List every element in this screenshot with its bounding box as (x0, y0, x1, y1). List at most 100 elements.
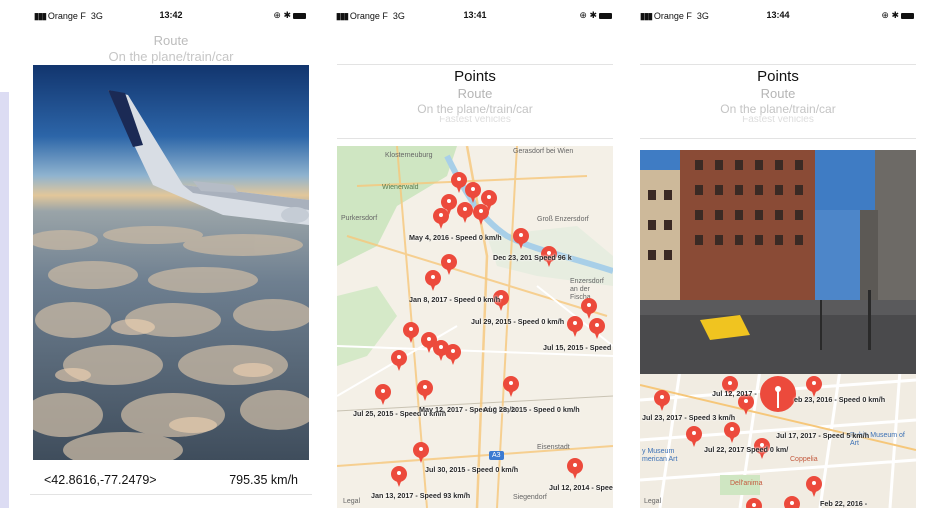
map-pin-icon[interactable] (391, 350, 407, 371)
menu-item-on-vehicle[interactable]: On the plane/train/car (332, 102, 618, 116)
map-pin-icon[interactable] (806, 476, 822, 497)
map-pin-icon[interactable] (445, 344, 461, 365)
map-pin-label: Aug 28, 2015 - Speed 0 km/h (483, 405, 580, 414)
side-accent-strip (0, 92, 9, 508)
phone-screen-nyc-photo-map: ▮▮▮ Orange F 3G 13:44 ⊕ ✱ Points Route On… (636, 0, 920, 508)
phone-screen-vienna-map: ▮▮▮ Orange F 3G 13:41 ⊕ ✱ Points Route On… (332, 0, 618, 508)
status-bar: ▮▮▮ Orange F 3G 13:42 ⊕ ✱ (30, 10, 312, 24)
picker-menu[interactable]: Points Route On the plane/train/car Fast… (636, 68, 920, 123)
map-pin-label: Jul 17, 2017 - Speed 5 km/h (776, 431, 870, 440)
map-town-label: Gerasdorf bei Wien (513, 148, 574, 155)
menu-item-points[interactable]: Points (636, 68, 920, 86)
map-pin-label: Jan 13, 2017 - Speed 93 km/h (371, 491, 471, 500)
map-pin-icon[interactable] (567, 316, 583, 337)
map-pin-icon[interactable] (589, 318, 605, 339)
map-pin-icon[interactable] (746, 498, 762, 508)
battery-icon (599, 12, 612, 19)
map-place-label: y Museum merican Art (642, 448, 678, 463)
divider (640, 138, 916, 139)
map-legal-link[interactable]: Legal (644, 498, 661, 505)
menu-item-fastest-vehicles[interactable]: Fastest vehicles (636, 116, 920, 123)
map-pin-icon[interactable] (465, 182, 481, 203)
map-pin-icon[interactable] (425, 270, 441, 291)
map-pin-label: Jul 29, 2015 - Speed 0 km/h (471, 317, 565, 326)
map-pin-icon[interactable] (784, 496, 800, 508)
clock: 13:42 (159, 10, 183, 20)
status-bar: ▮▮▮ Orange F 3G 13:41 ⊕ ✱ (332, 10, 618, 24)
map-pin-label: May 4, 2016 - Speed 0 km/h (409, 233, 502, 242)
divider (337, 64, 613, 65)
map-pin-icon[interactable] (481, 190, 497, 211)
menu-item-route[interactable]: Route (30, 33, 312, 49)
menu-item-route[interactable]: Route (636, 86, 920, 102)
phone-screen-photo-route: ▮▮▮ Orange F 3G 13:42 ⊕ ✱ Route On the pl… (30, 0, 312, 508)
speed-text: 795.35 km/h (229, 473, 298, 487)
map-pin-label: Jul 22, 2017 Speed 0 km/ (704, 445, 789, 454)
map-pin-label: Jul 12, 2014 - Speed 0 km/h (549, 483, 613, 492)
map-pin-icon[interactable] (686, 426, 702, 447)
map-pin-label: Jul 15, 2015 - Speed 293 km/h (543, 343, 613, 352)
battery-icon (293, 12, 306, 19)
map-view-vienna[interactable]: Klosterneuburg Gerasdorf bei Wien Purker… (337, 146, 613, 508)
map-pin-icon[interactable] (433, 208, 449, 229)
map-town-label: Klosterneuburg (385, 152, 433, 159)
menu-item-route[interactable]: Route (332, 86, 618, 102)
coordinates-text: <42.8616,-77.2479> (44, 473, 157, 487)
map-pin-label: eb 23, 2016 - Speed 0 km/h (794, 395, 886, 404)
menu-item-fastest-vehicles[interactable]: Fastest vehicles (332, 116, 618, 123)
map-pin-label: Jul 30, 2015 - Speed 0 km/h (425, 465, 519, 474)
divider (337, 138, 613, 139)
map-town-label: Siegendorf (513, 494, 547, 501)
map-town-label: Eisenstadt (537, 444, 570, 451)
map-pin-icon[interactable] (403, 322, 419, 343)
photo-nyc-street[interactable] (640, 150, 916, 374)
map-pin-label: Dec 23, 201 Speed 96 k (493, 253, 572, 262)
divider (640, 64, 916, 65)
map-pin-icon[interactable] (503, 376, 519, 397)
map-place-label: Dell'anima (730, 480, 763, 487)
map-pin-icon[interactable] (567, 458, 583, 479)
map-town-label: Wienerwald (382, 184, 419, 191)
menu-item-on-vehicle[interactable]: On the plane/train/car (636, 102, 920, 116)
map-pin-icon[interactable] (513, 228, 529, 249)
map-pin-label: Jul 12, 2017 - (712, 389, 757, 398)
map-pin-icon[interactable] (413, 442, 429, 463)
picker-menu[interactable]: Route On the plane/train/car (30, 33, 312, 65)
map-pin-icon[interactable] (441, 254, 457, 275)
clock: 13:41 (463, 10, 487, 20)
menu-item-points[interactable]: Points (332, 68, 618, 86)
selected-map-pin-icon[interactable] (760, 376, 796, 412)
clock: 13:44 (766, 10, 790, 20)
map-pin-label: Feb 22, 2016 - (820, 499, 868, 508)
map-pin-label: Jul 23, 2017 - Speed 3 km/h (642, 413, 736, 422)
map-town-label: Groß Enzersdorf (537, 216, 589, 223)
photo-airplane-window[interactable] (33, 65, 309, 460)
map-pin-icon[interactable] (391, 466, 407, 487)
map-pin-icon[interactable] (375, 384, 391, 405)
map-pin-icon[interactable] (581, 298, 597, 319)
airplane-wing-photo (33, 65, 309, 460)
map-place-label: Coppelia (790, 456, 818, 463)
map-pin-icon[interactable] (724, 422, 740, 443)
battery-icon (901, 12, 914, 19)
map-legal-link[interactable]: Legal (343, 498, 360, 505)
nyc-street-photo (640, 150, 916, 374)
map-pin-icon[interactable] (451, 172, 467, 193)
location-icon: ⊕ (881, 10, 889, 20)
highway-badge: A3 (489, 451, 504, 460)
location-icon: ⊕ (273, 10, 281, 20)
picker-menu[interactable]: Points Route On the plane/train/car Fast… (332, 68, 618, 123)
bluetooth-icon: ✱ (891, 10, 899, 20)
map-pin-icon[interactable] (457, 202, 473, 223)
location-icon: ⊕ (579, 10, 587, 20)
map-pin-icon[interactable] (654, 390, 670, 411)
map-pin-icon[interactable] (806, 376, 822, 397)
bluetooth-icon: ✱ (283, 10, 291, 20)
map-pin-label: Jan 8, 2017 - Speed 0 km/h (409, 295, 501, 304)
divider (30, 494, 312, 495)
map-pin-icon[interactable] (417, 380, 433, 401)
status-bar: ▮▮▮ Orange F 3G 13:44 ⊕ ✱ (636, 10, 920, 24)
bluetooth-icon: ✱ (589, 10, 597, 20)
map-town-label: Purkersdorf (341, 215, 378, 222)
menu-item-on-vehicle[interactable]: On the plane/train/car (30, 49, 312, 65)
